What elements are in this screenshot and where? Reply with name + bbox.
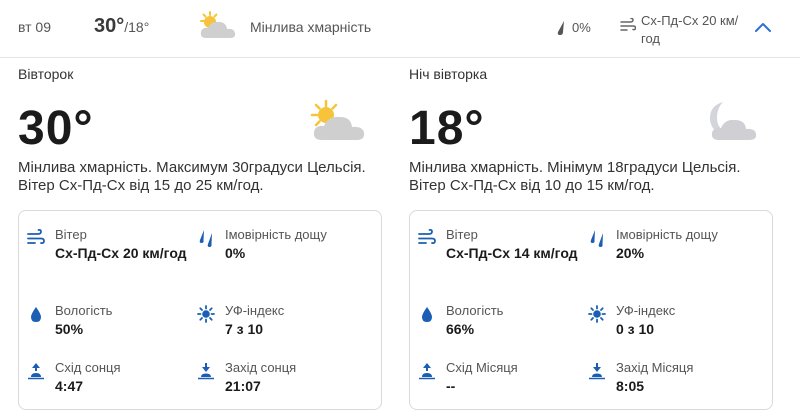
summary-rain-chance: 0% (572, 20, 591, 35)
day-panel: Вівторок 30° Мінлива хмарність. Максимум… (18, 58, 388, 417)
droplet-icon (31, 307, 41, 322)
night-details-card: Вітер Сх-Пд-Сх 14 км/год Імовірність дощ… (409, 210, 773, 410)
day-sunset-label: Захід сонця (225, 360, 297, 375)
day-sunrise-value: 4:47 (55, 378, 84, 394)
raindrops-icon (199, 230, 212, 247)
moonrise-icon (419, 363, 435, 380)
night-wind-label: Вітер (446, 227, 478, 242)
night-rain-label: Імовірність дощу (616, 227, 718, 242)
day-title: Вівторок (18, 66, 74, 82)
night-panel: Ніч вівторка 18° Мінлива хмарність. Міні… (409, 58, 779, 417)
day-wind-label: Вітер (55, 227, 87, 242)
day-humidity-label: Вологість (55, 303, 113, 318)
sunset-icon (198, 363, 214, 380)
wind-icon (418, 229, 436, 244)
night-moonset-label: Захід Місяця (616, 360, 694, 375)
night-humidity-label: Вологість (446, 303, 504, 318)
partly-cloudy-sun-icon (310, 99, 365, 140)
night-uv-value: 0 з 10 (616, 321, 655, 337)
day-uv-value: 7 з 10 (225, 321, 264, 337)
droplet-icon (422, 307, 432, 322)
partly-cloudy-moon-icon (709, 102, 757, 140)
moonset-icon (589, 363, 605, 380)
day-rain-value: 0% (225, 245, 246, 261)
night-temperature: 18° (409, 102, 485, 155)
day-rain-label: Імовірність дощу (225, 227, 327, 242)
chevron-up-icon[interactable] (752, 18, 774, 36)
night-moonrise-value: -- (446, 378, 456, 394)
raindrops-icon (590, 230, 603, 247)
sun-uv-icon (197, 305, 215, 323)
night-rain-value: 20% (616, 245, 645, 261)
sun-uv-icon (588, 305, 606, 323)
night-title: Ніч вівторка (409, 66, 488, 82)
day-sunset-value: 21:07 (225, 378, 261, 394)
day-description: Мінлива хмарність. Максимум 30градуси Це… (18, 159, 366, 194)
summary-high: 30° (94, 15, 125, 37)
summary-wind: Сх-Пд-Сх 20 км/год (641, 13, 739, 46)
wind-icon (27, 229, 45, 244)
night-humidity-value: 66% (446, 321, 475, 337)
wind-icon (620, 18, 636, 31)
night-moonset-value: 8:05 (616, 378, 645, 394)
night-moonrise-label: Схід Місяця (446, 360, 518, 375)
night-uv-label: УФ-індекс (616, 303, 676, 318)
day-humidity-value: 50% (55, 321, 84, 337)
night-wind-value: Сх-Пд-Сх 14 км/год (446, 245, 578, 261)
night-description: Мінлива хмарність. Мінімум 18градуси Цел… (409, 159, 741, 194)
day-temperature: 30° (18, 102, 94, 155)
summary-temperatures: 30°/18° (94, 15, 149, 38)
day-wind-value: Сх-Пд-Сх 20 км/год (55, 245, 187, 261)
day-uv-label: УФ-індекс (225, 303, 285, 318)
partly-cloudy-sun-icon (200, 11, 236, 38)
day-summary-row[interactable]: вт 09 30°/18° Мінлива хмарність 0% Сх-Пд… (0, 0, 800, 58)
raindrop-icon (557, 21, 564, 35)
day-details-card: Вітер Сх-Пд-Сх 20 км/год Імовірність дощ… (18, 210, 382, 410)
summary-day: вт 09 (18, 19, 52, 35)
day-sunrise-label: Схід сонця (55, 360, 121, 375)
summary-low: /18° (124, 19, 150, 35)
summary-condition: Мінлива хмарність (250, 19, 372, 35)
sunrise-icon (28, 363, 44, 380)
